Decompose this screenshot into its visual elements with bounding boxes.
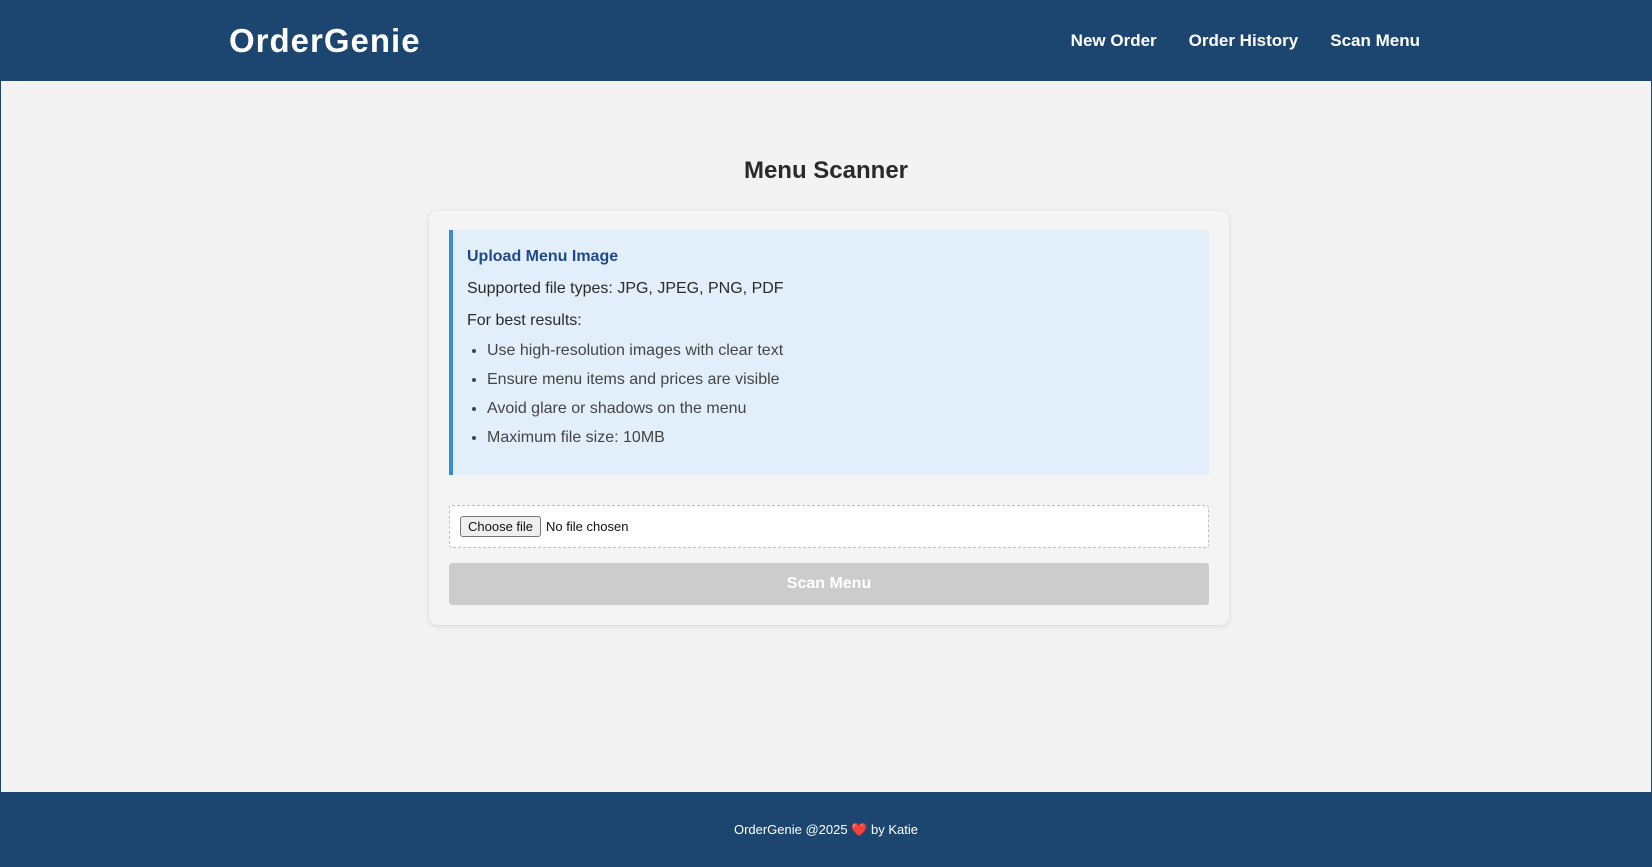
supported-file-types: Supported file types: JPG, JPEG, PNG, PD… [467,280,784,297]
nav-new-order[interactable]: New Order [1071,31,1157,51]
tip-item: Use high-resolution images with clear te… [487,341,1209,361]
footer: OrderGenie @2025 ❤️ by Katie [1,792,1651,866]
tip-item: Maximum file size: 10MB [487,428,1209,448]
tip-item: Ensure menu items and prices are visible [487,370,1209,390]
heart-icon: ❤️ [851,822,868,837]
tip-item: Avoid glare or shadows on the menu [487,399,1209,419]
app-logo[interactable]: OrderGenie [229,22,421,60]
page-title: Menu Scanner [743,157,909,184]
nav-order-history[interactable]: Order History [1189,31,1299,51]
footer-author: by Katie [871,822,919,837]
main-nav: New Order Order History Scan Menu [1071,31,1420,51]
upload-info-title: Upload Menu Image [467,248,619,265]
file-drop-zone[interactable]: Choose file No file chosen [449,505,1209,548]
page: OrderGenie New Order Order History Scan … [0,0,1652,867]
upload-info-box: Upload Menu Image Supported file types: … [449,230,1209,475]
file-status-text: No file chosen [546,519,629,534]
scan-menu-button[interactable]: Scan Menu [449,563,1209,605]
footer-text: OrderGenie @2025 ❤️ by Katie [1,822,1651,838]
top-navbar: OrderGenie New Order Order History Scan … [1,1,1651,81]
choose-file-button[interactable]: Choose file [460,516,542,537]
nav-scan-menu[interactable]: Scan Menu [1330,31,1420,51]
best-results-label: For best results: [467,312,582,329]
footer-copyright: OrderGenie @2025 [733,822,848,837]
tips-list: Use high-resolution images with clear te… [467,341,1209,448]
scanner-card: Upload Menu Image Supported file types: … [429,211,1229,625]
